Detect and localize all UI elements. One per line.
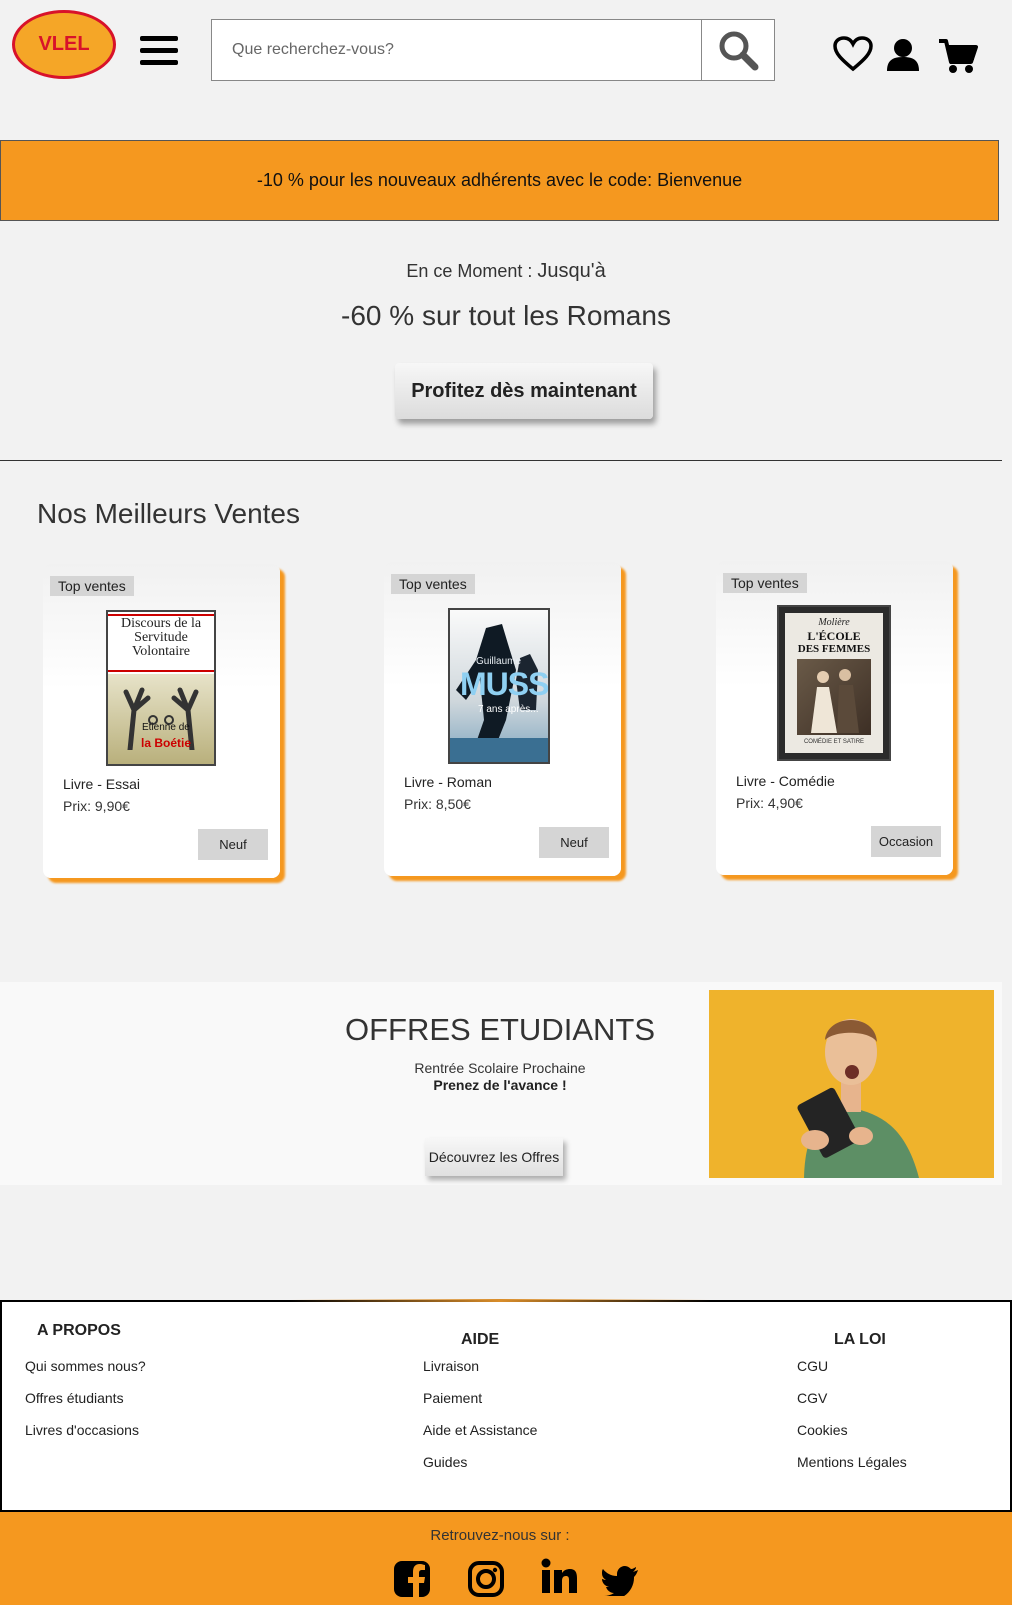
moment-headline: -60 % sur tout les Romans (341, 300, 671, 331)
heart-icon[interactable] (833, 36, 873, 72)
search-icon (719, 31, 759, 71)
cart-icon[interactable] (938, 38, 978, 74)
site-logo[interactable]: VLEL (12, 10, 116, 79)
product-type: Livre - Comédie (736, 773, 835, 789)
product-type: Livre - Essai (63, 776, 141, 792)
footer-link[interactable]: Paiement (423, 1390, 482, 1406)
student-photo (709, 990, 994, 1178)
footer-link[interactable]: Livres d'occasions (25, 1422, 139, 1438)
footer-link[interactable]: Offres étudiants (25, 1390, 124, 1406)
profit-now-button[interactable]: Profitez dès maintenant (395, 363, 653, 419)
footer-divider (290, 1299, 710, 1302)
discover-offers-button[interactable]: Découvrez les Offres (425, 1138, 563, 1176)
twitter-icon[interactable] (602, 1566, 638, 1596)
product-price: Prix: 9,90€ (63, 798, 130, 814)
bestsellers-title: Nos Meilleurs Ventes (37, 498, 301, 529)
product-type: Livre - Roman (404, 774, 492, 790)
menu-icon[interactable] (140, 36, 178, 66)
footer-link[interactable]: Livraison (423, 1358, 479, 1374)
condition-button[interactable]: Neuf (539, 827, 609, 858)
instagram-icon[interactable] (467, 1560, 505, 1598)
book-cover[interactable]: Guillaume MUSSO 7 ans après... (448, 608, 550, 764)
top-sales-badge: Top ventes (50, 576, 134, 596)
book-cover[interactable]: Molière L'ÉCOLE DES FEMMES COMÉDIE ET SA… (777, 605, 891, 761)
search-bar (211, 19, 775, 81)
search-button[interactable] (701, 20, 774, 80)
product-price: Prix: 4,90€ (736, 795, 803, 811)
divider (0, 460, 1002, 461)
footer-heading-help: AIDE (461, 1331, 500, 1348)
logo-text: VLEL (38, 33, 90, 55)
promo-banner: -10 % pour les nouveaux adhérents avec l… (0, 140, 999, 221)
footer-link[interactable]: CGV (797, 1390, 827, 1406)
product-card[interactable]: Top ventes Discours de la Servitude Volo… (43, 564, 280, 878)
footer-link[interactable]: Guides (423, 1454, 467, 1470)
footer-link[interactable]: Mentions Légales (797, 1454, 907, 1470)
social-bar (0, 1512, 1012, 1605)
footer-link[interactable]: Qui sommes nous? (25, 1358, 146, 1374)
product-card[interactable]: Top ventes Molière L'ÉCOLE DES FEMMES CO… (716, 561, 953, 875)
condition-button[interactable]: Occasion (871, 826, 941, 857)
facebook-icon[interactable] (393, 1560, 431, 1598)
product-card[interactable]: Top ventes Guillaume MUSSO 7 ans après..… (384, 562, 621, 876)
condition-button[interactable]: Neuf (198, 829, 268, 860)
moment-label: En ce Moment : Jusqu'à (406, 260, 606, 282)
footer-heading-about: A PROPOS (37, 1322, 121, 1339)
top-sales-badge: Top ventes (723, 573, 807, 593)
footer-link[interactable]: Cookies (797, 1422, 848, 1438)
linkedin-icon[interactable] (541, 1558, 577, 1594)
social-label: Retrouvez-nous sur : (430, 1527, 570, 1544)
footer-link[interactable]: Aide et Assistance (423, 1422, 537, 1438)
promo-text: -10 % pour les nouveaux adhérents avec l… (256, 170, 743, 190)
search-input[interactable] (212, 20, 701, 80)
user-icon[interactable] (886, 38, 920, 72)
footer-link[interactable]: CGU (797, 1358, 828, 1374)
book-cover[interactable]: Discours de la Servitude Volontaire Etie… (106, 610, 216, 766)
top-sales-badge: Top ventes (391, 574, 475, 594)
footer-heading-law: LA LOI (834, 1331, 886, 1348)
product-price: Prix: 8,50€ (404, 796, 471, 812)
